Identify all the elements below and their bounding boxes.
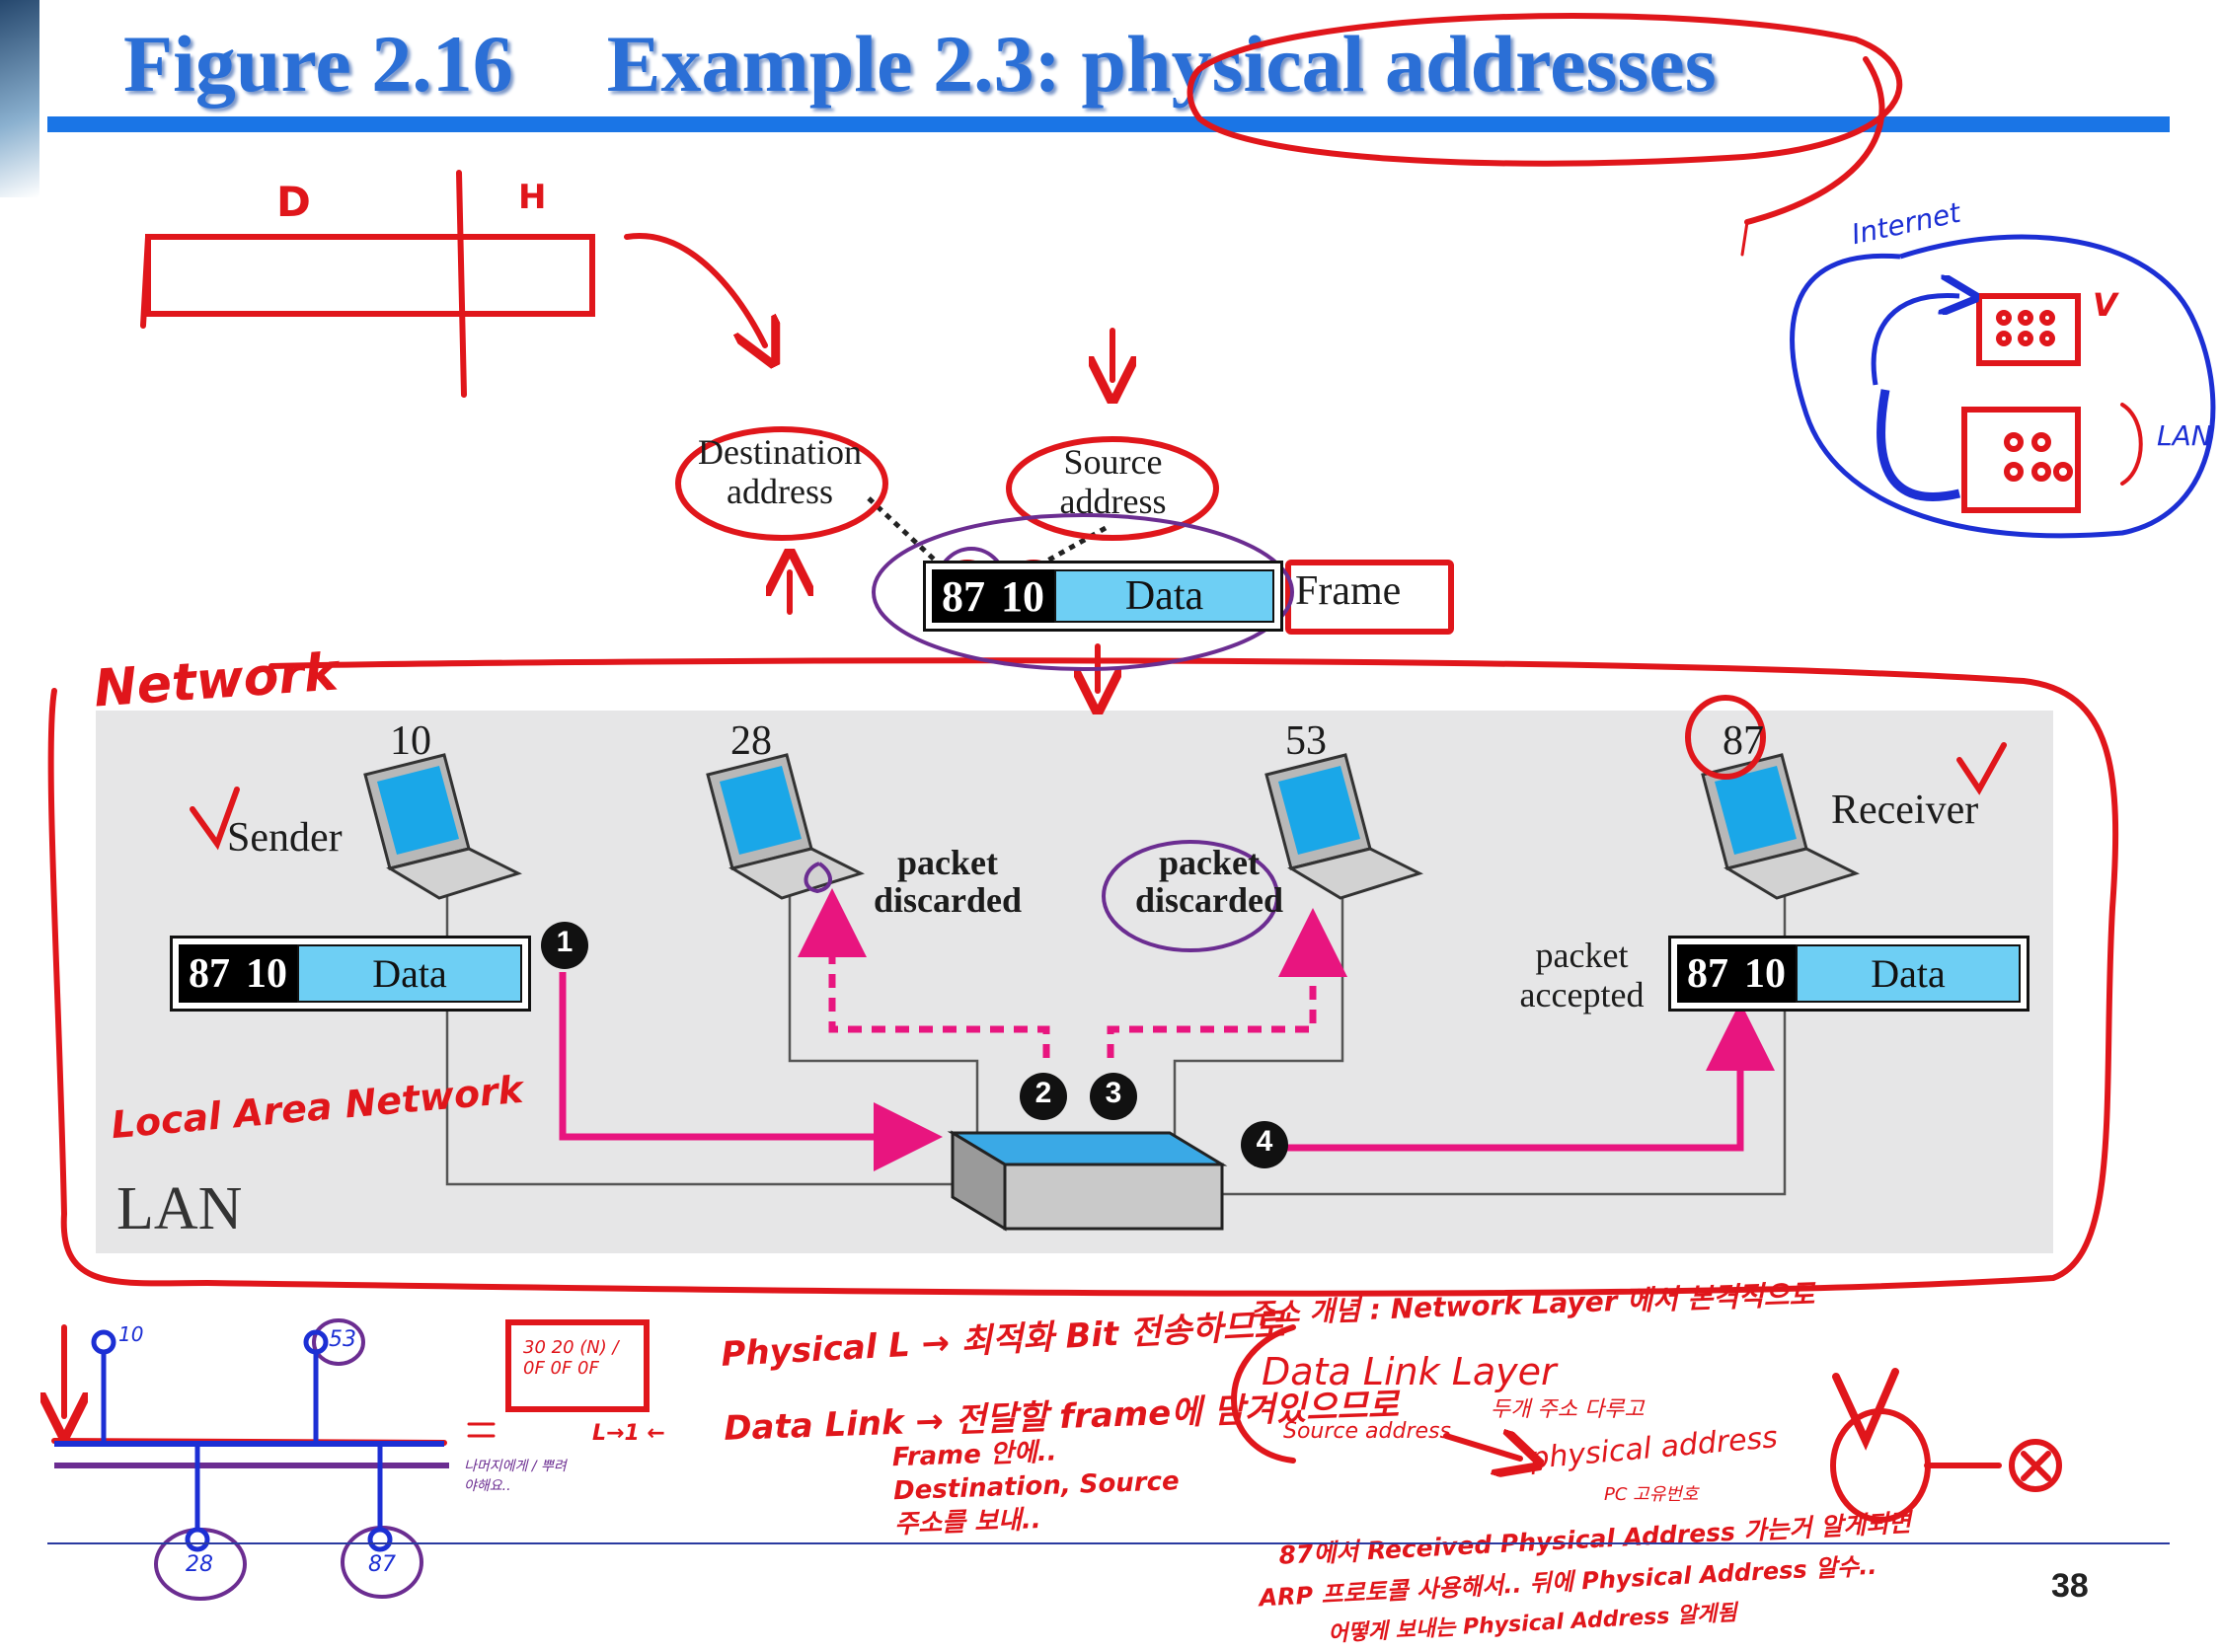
bottom-rule <box>47 1542 2170 1544</box>
step-3-number: 3 <box>1105 1077 1122 1109</box>
ink-dll-heading: Data Link Layer <box>1262 1350 1557 1393</box>
source-address-label: Source address <box>1059 442 1167 521</box>
ink-source-address: Source address <box>1283 1419 1451 1444</box>
packet-discarded-28: packet discarded <box>873 843 1022 920</box>
ink-header-h: H <box>518 178 547 217</box>
station-address-28: 28 <box>730 718 772 764</box>
ink-two-addresses: 두개 주소 다루고 <box>1491 1397 1645 1422</box>
ink-small-note: 나머지에게 / 뿌려야해요.. <box>464 1459 567 1494</box>
ink-lan-small: LAN <box>2157 419 2212 452</box>
step-4-number: 4 <box>1256 1125 1273 1158</box>
ink-lan-check: V <box>2093 286 2117 324</box>
frame-data: Data <box>1054 569 1274 623</box>
arrow-step-2 <box>798 888 1050 1058</box>
receiver-frame-dest: 87 <box>1687 950 1728 997</box>
station-address-10: 10 <box>390 718 431 764</box>
ink-frame-note: Frame 안에.. Destination, Source 주소를 보내.. <box>891 1437 1181 1540</box>
receiver-frame-header: 87 10 <box>1677 944 1796 1003</box>
receiver-frame: 87 10 Data <box>1668 936 2030 1012</box>
red-ink-strokes <box>51 13 2143 1523</box>
receiver-frame-data: Data <box>1796 944 2021 1003</box>
ink-bus-10: 10 <box>118 1322 144 1346</box>
step-2-number: 2 <box>1034 1077 1052 1109</box>
ink-bus-53: 53 <box>329 1327 356 1352</box>
destination-address-label: Destination address <box>698 432 862 511</box>
sender-frame-dest: 87 <box>189 950 230 997</box>
hub-switch <box>947 1130 1228 1232</box>
step-markers <box>541 922 1288 1168</box>
sender-label: Sender <box>227 815 343 861</box>
lan-label: LAN <box>116 1175 243 1242</box>
sender-frame-src: 10 <box>246 950 287 997</box>
frame-packet: 87 10 Data <box>923 561 1283 632</box>
frame-dest-addr: 87 <box>942 571 985 621</box>
station-address-87: 87 <box>1723 718 1764 764</box>
sender-frame: 87 10 Data <box>170 936 531 1012</box>
ink-pc-note: PC 고유번호 <box>1604 1484 1699 1505</box>
arrow-step-1 <box>559 972 943 1171</box>
sender-frame-data: Data <box>297 944 522 1003</box>
packet-accepted: packet accepted <box>1519 936 1645 1014</box>
receiver-label: Receiver <box>1831 788 1979 833</box>
step-1-number: 1 <box>556 926 574 958</box>
sender-frame-header: 87 10 <box>179 944 297 1003</box>
ink-header-d: D <box>276 178 311 226</box>
frame-src-addr: 10 <box>1001 571 1044 621</box>
page-number: 38 <box>2051 1567 2089 1605</box>
station-address-53: 53 <box>1285 718 1327 764</box>
ink-bus-28: 28 <box>186 1552 213 1577</box>
frame-header: 87 10 <box>932 569 1054 623</box>
arrow-step-3 <box>1107 908 1347 1058</box>
packet-discarded-53: packet discarded <box>1134 843 1283 920</box>
ink-l1-note: L→1 ← <box>592 1421 665 1446</box>
ink-box-note: 30 20 (N) / 0F 0F 0F <box>523 1337 619 1379</box>
frame-label: Frame <box>1295 568 1402 614</box>
dest-leader <box>867 496 945 569</box>
ink-bus-87: 87 <box>368 1552 396 1577</box>
receiver-frame-src: 10 <box>1744 950 1786 997</box>
